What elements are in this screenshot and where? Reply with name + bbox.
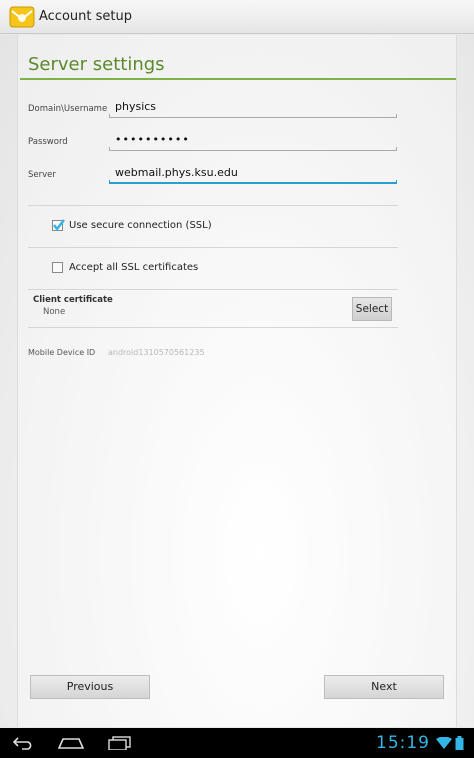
divider <box>28 289 398 290</box>
server-value: webmail.phys.ksu.edu <box>115 166 238 179</box>
home-icon[interactable] <box>58 736 84 750</box>
recent-apps-icon[interactable] <box>108 736 132 750</box>
ssl-checkbox[interactable] <box>52 219 65 232</box>
domain-username-label: Domain\Username <box>28 104 108 114</box>
ssl-option[interactable]: Use secure connection (SSL) <box>52 219 212 232</box>
device-id-value: android1310570561235 <box>108 348 205 357</box>
domain-username-value: physics <box>115 100 157 113</box>
accept-ssl-label: Accept all SSL certificates <box>69 262 199 273</box>
clock: 15:19 <box>376 733 430 753</box>
battery-icon <box>455 736 464 750</box>
password-field[interactable]: •••••••••• <box>109 133 397 151</box>
back-icon[interactable] <box>12 736 36 750</box>
client-certificate-label: Client certificate <box>33 295 113 305</box>
ssl-label: Use secure connection (SSL) <box>69 220 212 231</box>
select-certificate-button[interactable]: Select <box>352 297 392 321</box>
divider <box>28 205 398 206</box>
server-label: Server <box>28 170 56 180</box>
password-label: Password <box>28 137 68 147</box>
domain-username-field[interactable]: physics <box>109 100 397 118</box>
device-id-label: Mobile Device ID <box>28 348 96 357</box>
wifi-icon <box>436 737 452 749</box>
system-nav-bar: 15:19 <box>0 728 474 758</box>
divider <box>28 247 398 248</box>
title-divider <box>20 78 456 80</box>
app-title: Account setup <box>39 9 132 24</box>
password-value: •••••••••• <box>115 133 190 146</box>
checkmark-icon <box>53 219 65 232</box>
email-icon <box>9 6 35 28</box>
accept-ssl-checkbox[interactable] <box>52 262 63 273</box>
previous-button[interactable]: Previous <box>30 675 150 699</box>
accept-ssl-option[interactable]: Accept all SSL certificates <box>52 262 198 273</box>
client-certificate-value: None <box>43 307 66 317</box>
page-title: Server settings <box>28 54 165 75</box>
server-field[interactable]: webmail.phys.ksu.edu <box>109 166 397 184</box>
divider <box>28 327 398 328</box>
title-bar: Account setup <box>0 0 474 34</box>
next-button[interactable]: Next <box>324 675 444 699</box>
